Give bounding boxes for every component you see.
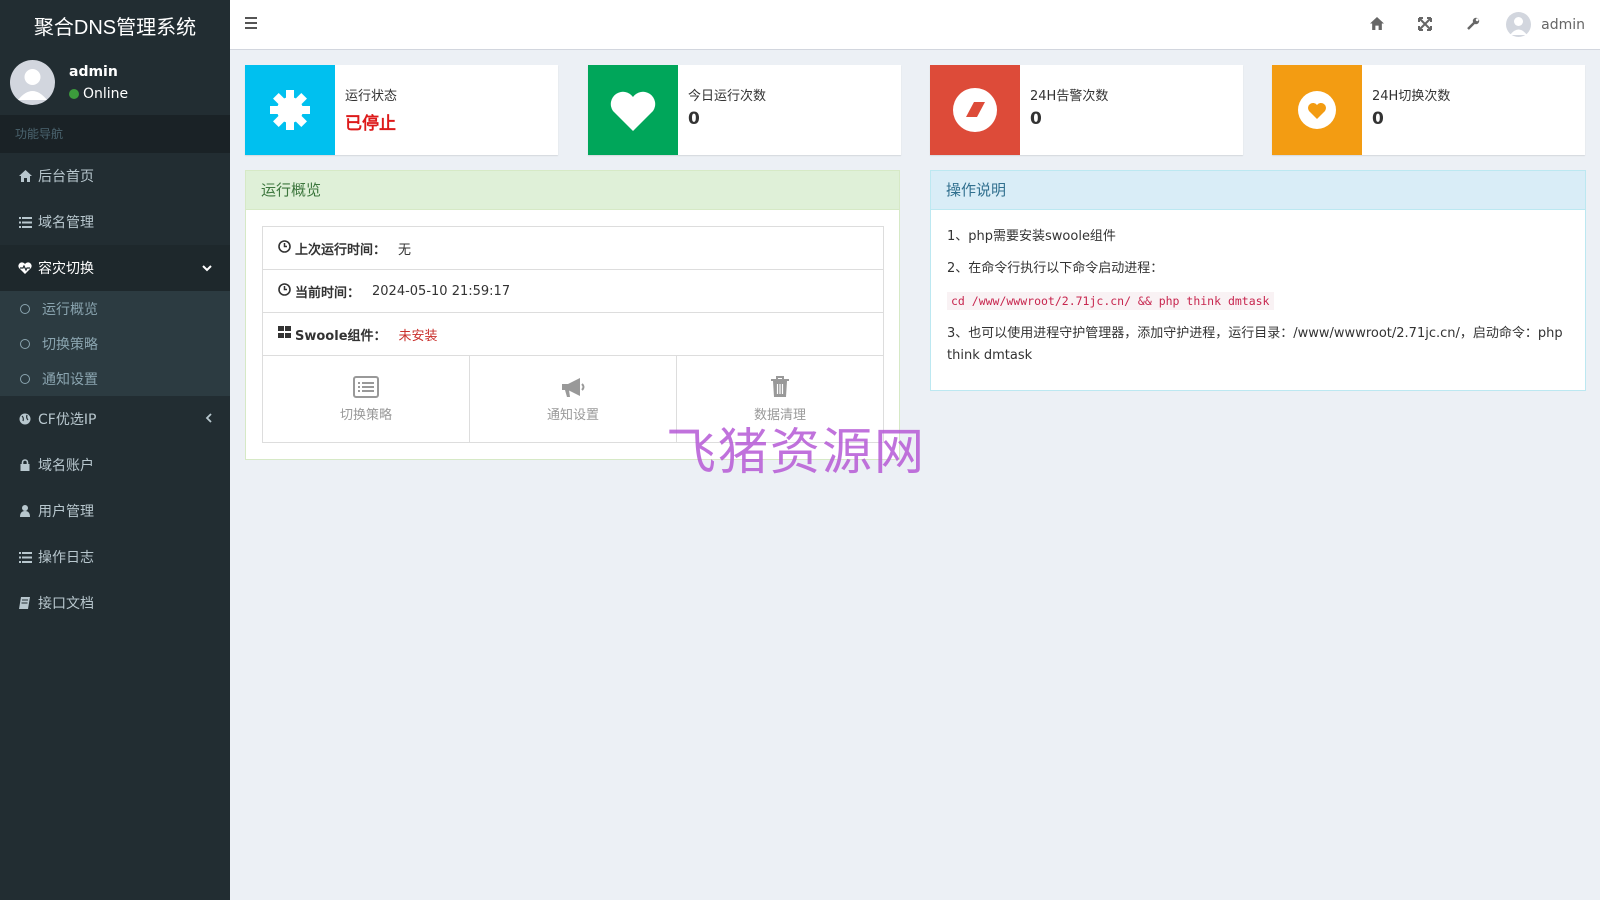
info-box-switches: 24H切换次数 0: [1272, 65, 1585, 155]
sidebar-item-api-docs[interactable]: 接口文档: [0, 580, 230, 626]
sidebar-item-label: 接口文档: [38, 596, 94, 612]
chevron-left-icon: [205, 412, 212, 426]
sidebar-subitem-strategy[interactable]: 切换策略: [0, 326, 230, 361]
info-box-alerts: 24H告警次数 0: [930, 65, 1243, 155]
row-label: 上次运行时间：: [295, 242, 387, 258]
book-icon: [18, 597, 32, 609]
sidebar-item-users[interactable]: 用户管理: [0, 488, 230, 534]
nav-header: 功能导航: [0, 115, 230, 153]
info-box-value: 0: [1372, 109, 1384, 129]
instruction-line-2: 2、在命令行执行以下命令启动进程：: [947, 261, 1164, 276]
sidebar-item-label: 后台首页: [38, 169, 94, 185]
chevron-down-icon: [202, 261, 212, 275]
user-panel: admin Online: [0, 50, 230, 115]
clock-icon: [278, 282, 291, 300]
clock-icon: [278, 239, 291, 257]
sidebar-item-domains[interactable]: 域名管理: [0, 199, 230, 245]
instruction-line-3: 3、也可以使用进程守护管理器，添加守护进程，运行目录：/www/wwwroot/…: [947, 326, 1563, 363]
app-logo[interactable]: 聚合DNS管理系统: [0, 0, 230, 50]
user-name: admin: [69, 63, 118, 80]
heartbeat-icon: [18, 262, 32, 274]
notify-button[interactable]: 通知设置: [470, 356, 677, 442]
eraser-icon: [930, 65, 1020, 155]
command-code: cd /www/wwwroot/2.71jc.cn/ && php think …: [947, 292, 1274, 310]
watermark: 飞猪资源网: [666, 423, 926, 481]
sidebar-item-label: 用户管理: [38, 504, 94, 520]
sidebar-item-failover[interactable]: 容灾切换: [0, 245, 230, 291]
info-box-value: 0: [1030, 109, 1042, 129]
grid-icon: [278, 326, 291, 342]
list-icon: [18, 216, 32, 228]
info-box-value: 已停止: [345, 114, 396, 134]
user-status: Online: [69, 86, 128, 102]
row-value: 无: [398, 242, 412, 258]
sidebar-item-label: 域名管理: [38, 215, 94, 231]
topbar-avatar: [1506, 12, 1532, 37]
list-alt-icon: [353, 375, 379, 398]
wrench-icon[interactable]: [1466, 17, 1482, 33]
sidebar-item-home[interactable]: 后台首页: [0, 153, 230, 199]
row-label: 当前时间：: [295, 285, 361, 301]
cog-icon: [245, 65, 335, 155]
strategy-button[interactable]: 切换策略: [263, 356, 470, 442]
bullhorn-icon: [562, 377, 585, 397]
row-value: 未安装: [398, 328, 438, 344]
heart-circle-icon: [1272, 65, 1362, 155]
circle-icon: [20, 303, 30, 314]
info-box-value: 0: [688, 109, 700, 129]
home-icon: [18, 170, 32, 182]
sidebar: 聚合DNS管理系统 admin Online 功能导航 后台首页 域名管理 容灾…: [0, 0, 230, 900]
list-item-swoole: Swoole组件： 未安装: [263, 313, 883, 356]
list-item-last-run: 上次运行时间： 无: [263, 227, 883, 270]
globe-icon: [18, 413, 32, 425]
sidebar-item-logs[interactable]: 操作日志: [0, 534, 230, 580]
online-dot-icon: [69, 88, 79, 99]
sidebar-item-label: CF优选IP: [38, 412, 97, 428]
failover-submenu: 运行概览 切换策略 通知设置: [0, 291, 230, 396]
circle-icon: [20, 373, 30, 384]
heart-icon: [588, 65, 678, 155]
notify-button-label: 通知设置: [546, 407, 599, 423]
list-icon: [18, 551, 32, 563]
user-status-text: Online: [83, 85, 129, 102]
sidebar-item-cf-ip[interactable]: CF优选IP: [0, 396, 230, 442]
sidebar-item-dns-accounts[interactable]: 域名账户: [0, 442, 230, 488]
lock-icon: [18, 459, 32, 471]
sidebar-subitem-overview[interactable]: 运行概览: [0, 291, 230, 326]
sidebar-subitem-label: 切换策略: [42, 336, 98, 353]
info-box-label: 24H告警次数: [1030, 89, 1109, 104]
topbar: admin: [230, 0, 1600, 50]
fullscreen-icon[interactable]: [1418, 17, 1434, 33]
info-box-status: 运行状态 已停止: [245, 65, 558, 155]
sidebar-item-label: 操作日志: [38, 550, 94, 566]
info-box-label: 24H切换次数: [1372, 89, 1451, 104]
sidebar-subitem-label: 运行概览: [42, 301, 98, 318]
row-value: 2024-05-10 21:59:17: [372, 283, 511, 299]
sidebar-subitem-label: 通知设置: [42, 371, 98, 388]
instructions-panel-title: 操作说明: [931, 171, 1585, 210]
circle-icon: [20, 338, 30, 349]
row-label: Swoole组件：: [295, 328, 387, 344]
trash-icon: [771, 375, 789, 397]
strategy-button-label: 切换策略: [339, 407, 392, 423]
user-icon: [18, 505, 32, 517]
user-avatar: [10, 60, 55, 105]
instruction-line-1: 1、php需要安装swoole组件: [947, 229, 1116, 244]
overview-panel-title: 运行概览: [246, 171, 899, 210]
info-box-runs: 今日运行次数 0: [588, 65, 901, 155]
info-box-label: 运行状态: [345, 89, 398, 104]
list-item-current-time: 当前时间： 2024-05-10 21:59:17: [263, 270, 883, 313]
sidebar-toggle-icon[interactable]: [245, 17, 257, 31]
instructions-panel: 操作说明 1、php需要安装swoole组件 2、在命令行执行以下命令启动进程：…: [930, 170, 1586, 391]
home-icon[interactable]: [1370, 17, 1386, 33]
sidebar-item-label: 容灾切换: [38, 261, 94, 277]
sidebar-item-label: 域名账户: [38, 458, 94, 474]
sidebar-subitem-notify[interactable]: 通知设置: [0, 361, 230, 396]
info-box-label: 今日运行次数: [688, 89, 767, 104]
instructions-body: 1、php需要安装swoole组件 2、在命令行执行以下命令启动进程： cd /…: [947, 226, 1567, 377]
topbar-user-menu[interactable]: admin: [1506, 12, 1585, 37]
topbar-user-name: admin: [1541, 16, 1585, 33]
overview-list: 上次运行时间： 无 当前时间： 2024-05-10 21:59:17 Swoo…: [262, 226, 884, 443]
